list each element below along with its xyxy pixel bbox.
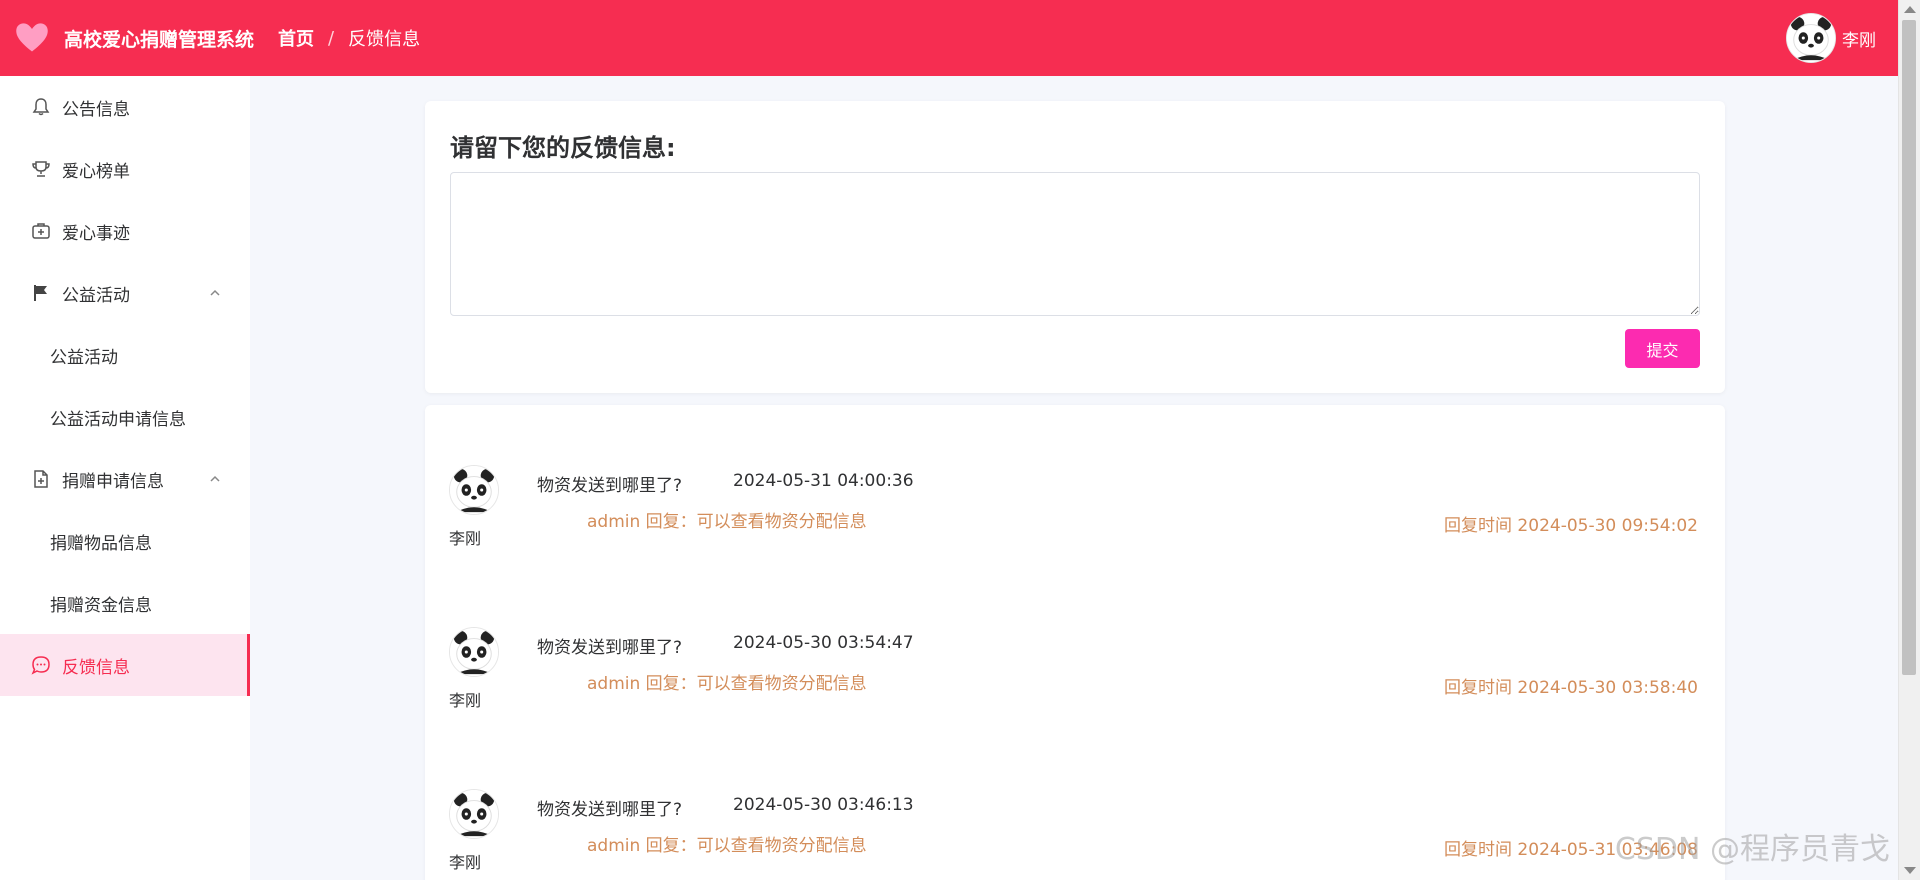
feedback-list-card: 李刚 物资发送到哪里了? 2024-05-31 04:00:36 admin 回…: [425, 405, 1725, 880]
scroll-up-arrow-icon[interactable]: [1904, 6, 1916, 13]
sidebar-item-label: 公告信息: [62, 99, 130, 120]
entry-time: 2024-05-31 04:00:36: [733, 471, 914, 491]
feedback-textarea[interactable]: [450, 172, 1700, 316]
entry-reply-time: 回复时间 2024-05-30 09:54:02: [1444, 516, 1698, 536]
sidebar-item-charity-activity[interactable]: 公益活动: [0, 324, 250, 386]
sidebar-item-label: 捐赠申请信息: [62, 471, 164, 492]
entry-user-name: 李刚: [449, 691, 482, 710]
feedback-form-title: 请留下您的反馈信息:: [450, 134, 676, 162]
sidebar-item-label: 捐赠资金信息: [50, 595, 152, 616]
panda-avatar-icon: [450, 628, 498, 676]
sidebar-item-label: 公益活动: [62, 285, 130, 306]
document-add-icon: [30, 468, 52, 490]
feedback-entry: 李刚 物资发送到哪里了? 2024-05-30 03:54:47 admin 回…: [425, 627, 1725, 757]
sidebar-item-label: 公益活动申请信息: [50, 409, 186, 430]
sidebar-item-label: 反馈信息: [62, 657, 130, 678]
sidebar-item-donation-goods[interactable]: 捐赠物品信息: [0, 510, 250, 572]
entry-time: 2024-05-30 03:54:47: [733, 633, 914, 653]
top-header: 高校爱心捐赠管理系统 首页 / 反馈信息 李刚: [0, 0, 1898, 76]
sidebar: 公告信息 爱心榜单 爱心事迹 公益活动 公益活动 公益活动申请信息 捐赠申请信息…: [0, 76, 250, 880]
sidebar-item-charity-group[interactable]: 公益活动: [0, 262, 250, 324]
chevron-up-icon: [210, 475, 220, 482]
user-avatar: [449, 789, 499, 839]
first-aid-icon: [30, 220, 52, 242]
bell-icon: [30, 96, 52, 118]
feedback-entry: 李刚 物资发送到哪里了? 2024-05-30 03:46:13 admin 回…: [425, 789, 1725, 880]
entry-question: 物资发送到哪里了?: [537, 476, 683, 496]
entry-reply: admin 回复：可以查看物资分配信息: [587, 836, 867, 856]
sidebar-item-charity-application[interactable]: 公益活动申请信息: [0, 386, 250, 448]
user-avatar[interactable]: [1786, 13, 1836, 63]
breadcrumb-home[interactable]: 首页: [278, 25, 314, 51]
chat-icon: [30, 654, 52, 676]
page-scrollbar[interactable]: [1898, 0, 1920, 880]
sidebar-item-stories[interactable]: 爱心事迹: [0, 200, 250, 262]
entry-time: 2024-05-30 03:46:13: [733, 795, 914, 815]
panda-avatar-icon: [450, 790, 498, 838]
sidebar-item-announcements[interactable]: 公告信息: [0, 76, 250, 138]
entry-question: 物资发送到哪里了?: [537, 638, 683, 658]
heart-logo-icon: [16, 23, 48, 52]
user-menu[interactable]: 李刚: [1786, 13, 1876, 63]
watermark: CSDN @程序员青戈: [1614, 832, 1890, 867]
entry-reply: admin 回复：可以查看物资分配信息: [587, 512, 867, 532]
scrollbar-thumb[interactable]: [1902, 20, 1916, 675]
trophy-icon: [30, 158, 52, 180]
submit-button[interactable]: 提交: [1625, 329, 1700, 368]
entry-reply-time: 回复时间 2024-05-30 03:58:40: [1444, 678, 1698, 698]
panda-avatar-icon: [450, 466, 498, 514]
entry-reply: admin 回复：可以查看物资分配信息: [587, 674, 867, 694]
sidebar-item-ranking[interactable]: 爱心榜单: [0, 138, 250, 200]
sidebar-item-feedback[interactable]: 反馈信息: [0, 634, 250, 696]
feedback-entry: 李刚 物资发送到哪里了? 2024-05-31 04:00:36 admin 回…: [425, 465, 1725, 595]
sidebar-item-donation-group[interactable]: 捐赠申请信息: [0, 448, 250, 510]
scroll-down-arrow-icon[interactable]: [1904, 867, 1916, 874]
entry-user-name: 李刚: [449, 529, 482, 548]
sidebar-item-label: 公益活动: [50, 347, 118, 368]
user-avatar: [449, 465, 499, 515]
sidebar-item-label: 捐赠物品信息: [50, 533, 152, 554]
user-name[interactable]: 李刚: [1842, 26, 1876, 51]
flag-icon: [30, 282, 52, 304]
sidebar-item-donation-funds[interactable]: 捐赠资金信息: [0, 572, 250, 634]
chevron-up-icon: [210, 289, 220, 296]
entry-user-name: 李刚: [449, 853, 482, 872]
user-avatar: [449, 627, 499, 677]
feedback-form-card: 请留下您的反馈信息: 提交: [425, 101, 1725, 393]
sidebar-item-label: 爱心事迹: [62, 223, 130, 244]
breadcrumb-separator: /: [328, 27, 335, 49]
panda-avatar-icon: [1787, 14, 1835, 62]
breadcrumb: 首页 / 反馈信息: [278, 25, 420, 51]
sidebar-item-label: 爱心榜单: [62, 161, 130, 182]
logo[interactable]: 高校爱心捐赠管理系统: [0, 20, 254, 56]
app-title: 高校爱心捐赠管理系统: [64, 28, 255, 51]
breadcrumb-current: 反馈信息: [348, 29, 421, 50]
entry-question: 物资发送到哪里了?: [537, 800, 683, 820]
